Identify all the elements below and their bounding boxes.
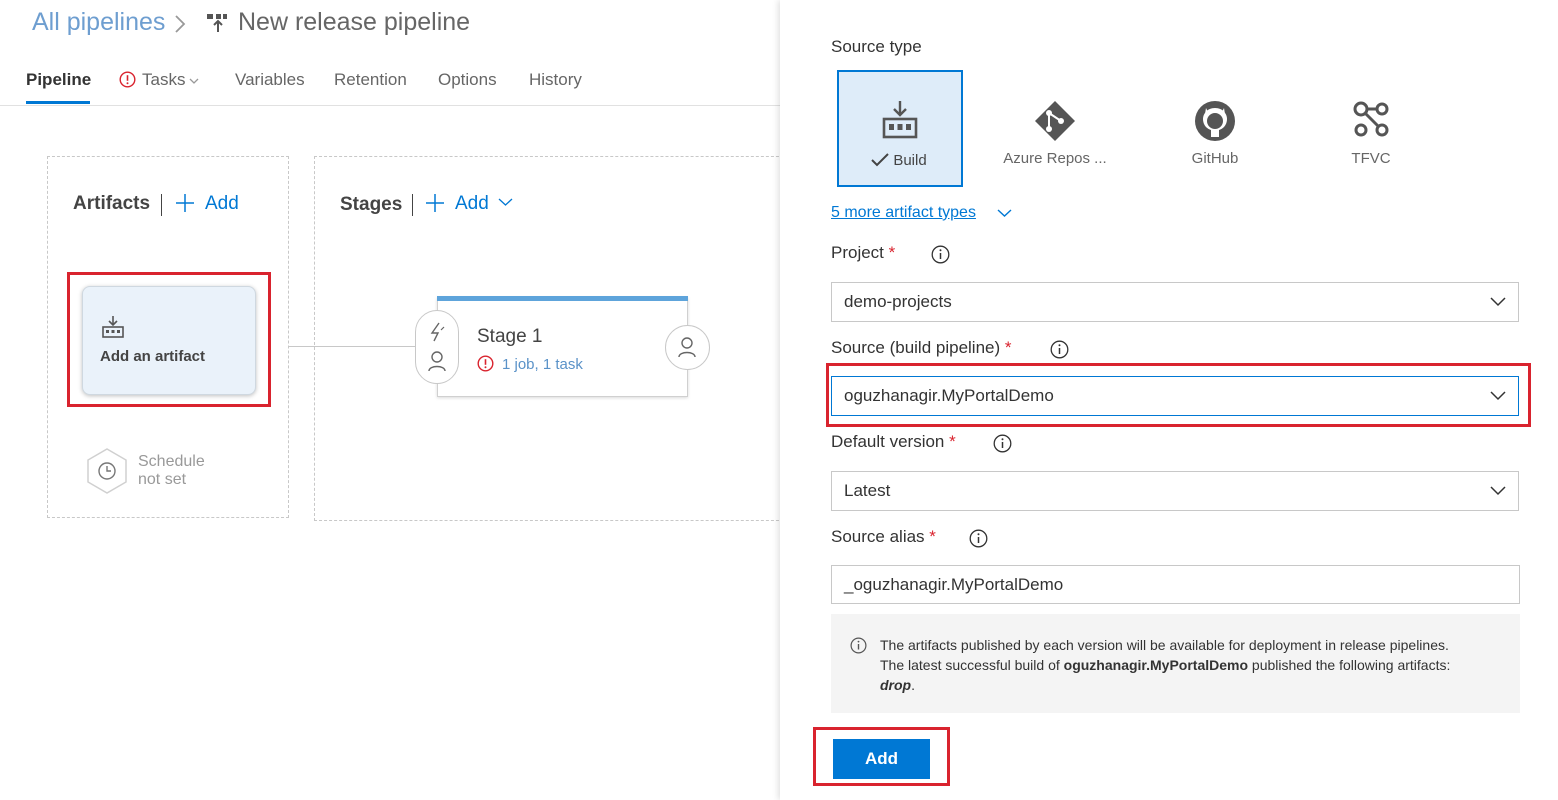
schedule-line-1: Schedule: [138, 453, 205, 470]
tab-pipeline[interactable]: Pipeline: [26, 70, 91, 90]
tabs-divider: [0, 105, 780, 106]
info-line-3: drop.: [880, 675, 1510, 695]
info-icon: [850, 637, 867, 654]
divider: [161, 194, 162, 216]
artifacts-title: Artifacts: [73, 193, 151, 214]
stage-name[interactable]: Stage 1: [477, 326, 543, 348]
source-type-label: Source type: [831, 37, 922, 56]
chevron-down-icon: [1490, 486, 1506, 496]
active-tab-indicator: [26, 101, 90, 104]
default-version-label-text: Default version: [831, 432, 945, 451]
info-line-2-suffix: published the following artifacts:: [1251, 657, 1451, 673]
tfvc-icon: [1353, 101, 1389, 137]
source-type-label: Build: [893, 152, 927, 169]
source-value: oguzhanagir.MyPortalDemo: [844, 386, 1054, 405]
source-pipeline-select[interactable]: oguzhanagir.MyPortalDemo: [831, 376, 1519, 416]
info-icon[interactable]: [1050, 340, 1069, 359]
chevron-down-icon[interactable]: [189, 77, 199, 85]
more-artifact-types-link[interactable]: 5 more artifact types: [831, 204, 976, 222]
stage-card[interactable]: [437, 297, 688, 397]
required-mark: *: [1004, 338, 1012, 357]
source-alias-input[interactable]: _oguzhanagir.MyPortalDemo: [831, 565, 1520, 604]
required-mark: *: [888, 243, 896, 262]
clock-icon[interactable]: [85, 447, 129, 495]
source-type-build[interactable]: Build: [837, 70, 963, 187]
chevron-down-icon: [1490, 297, 1506, 307]
person-icon: [678, 337, 696, 358]
info-line-1: The artifacts published by each version …: [880, 637, 1449, 653]
add-artifact-label: Add an artifact: [100, 348, 206, 365]
add-artifact-link[interactable]: Add: [205, 193, 239, 215]
tab-tasks[interactable]: Tasks: [142, 70, 185, 90]
default-version-label: Default version *: [831, 432, 956, 452]
plus-icon[interactable]: [175, 193, 195, 213]
info-line-2: The latest successful build of oguzhanag…: [880, 655, 1510, 675]
chevron-down-icon[interactable]: [498, 197, 513, 207]
info-icon[interactable]: [969, 529, 988, 548]
source-alias-label-text: Source alias: [831, 527, 925, 546]
source-alias-value: _oguzhanagir.MyPortalDemo: [844, 575, 1064, 594]
info-period: .: [911, 677, 915, 693]
source-alias-label: Source alias *: [831, 527, 936, 547]
info-line-2-prefix: The latest successful build of: [880, 657, 1060, 673]
add-artifact-card[interactable]: [82, 286, 256, 395]
lightning-icon: [430, 322, 445, 342]
azure-repos-icon: [1035, 101, 1075, 141]
stages-title: Stages: [340, 194, 403, 215]
tab-history[interactable]: History: [529, 70, 582, 90]
chevron-down-icon[interactable]: [997, 208, 1012, 218]
breadcrumb-all-pipelines[interactable]: All pipelines: [32, 8, 165, 37]
required-mark: *: [949, 432, 956, 451]
default-version-value: Latest: [844, 481, 891, 500]
stage-top-bar: [437, 296, 688, 301]
source-type-tfvc[interactable]: TFVC: [1308, 70, 1434, 187]
source-type-azure-repos[interactable]: Azure Repos ...: [992, 70, 1118, 187]
info-icon[interactable]: [993, 434, 1012, 453]
add-stage-link[interactable]: Add: [455, 193, 489, 215]
info-box-text: The artifacts published by each version …: [880, 635, 1510, 695]
required-mark: *: [929, 527, 936, 546]
project-value: demo-projects: [844, 292, 952, 311]
artifact-info-box: The artifacts published by each version …: [831, 614, 1520, 713]
person-icon: [428, 351, 446, 372]
schedule-line-2: not set: [138, 471, 187, 488]
source-type-label: TFVC: [1351, 150, 1391, 167]
info-icon[interactable]: [931, 245, 950, 264]
source-label: Source (build pipeline) *: [831, 338, 1012, 358]
source-label-text: Source (build pipeline): [831, 338, 1001, 357]
info-artifact-name: drop: [880, 677, 912, 693]
stage-summary-link[interactable]: 1 job, 1 task: [502, 356, 583, 373]
chevron-right-icon: [175, 15, 186, 33]
plus-icon[interactable]: [425, 193, 445, 213]
project-select[interactable]: demo-projects: [831, 282, 1519, 322]
project-label: Project *: [831, 243, 895, 263]
warning-icon: [477, 355, 494, 372]
source-type-github[interactable]: GitHub: [1152, 70, 1278, 187]
tab-retention[interactable]: Retention: [334, 70, 407, 90]
release-pipeline-icon: [207, 14, 227, 32]
source-type-label: Azure Repos ...: [1003, 150, 1107, 167]
page-title: New release pipeline: [238, 8, 471, 36]
build-icon: [882, 101, 918, 139]
tab-options[interactable]: Options: [438, 70, 497, 90]
tab-variables[interactable]: Variables: [235, 70, 305, 90]
info-line-2-pipeline: oguzhanagir.MyPortalDemo: [1063, 657, 1249, 673]
github-icon: [1195, 101, 1235, 141]
chevron-down-icon: [1490, 391, 1506, 401]
source-type-label: GitHub: [1191, 150, 1239, 167]
warning-icon: [119, 71, 136, 88]
schedule-status[interactable]: Schedule not set: [138, 453, 205, 489]
default-version-select[interactable]: Latest: [831, 471, 1519, 511]
project-label-text: Project: [831, 243, 884, 262]
build-icon: [102, 316, 124, 338]
divider: [412, 194, 413, 216]
add-button[interactable]: Add: [833, 739, 930, 779]
